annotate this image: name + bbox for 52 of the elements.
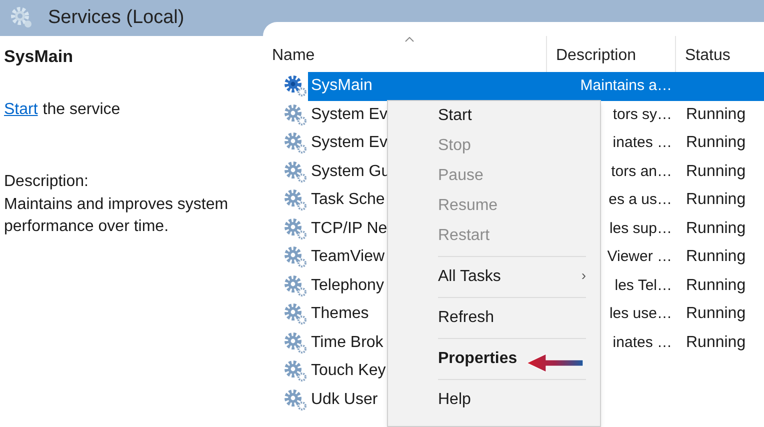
menu-item[interactable]: Properties — [438, 344, 586, 374]
status-cell: Running — [686, 106, 746, 123]
window-title: Services (Local) — [48, 6, 184, 30]
service-name-cell: Telephony — [311, 276, 384, 294]
menu-item[interactable]: All Tasks — [438, 265, 501, 289]
service-name-cell: Time Brok — [311, 334, 384, 351]
gear-icon — [284, 246, 307, 268]
gear-icon — [284, 360, 307, 382]
status-cell: Running — [686, 134, 746, 152]
action-text: the service — [42, 100, 120, 120]
description-cell: es a us… — [608, 191, 672, 208]
status-cell: Running — [686, 162, 746, 180]
status-cell: Running — [686, 334, 746, 351]
description-cell: inates … — [612, 334, 672, 350]
description-text: Maintains and improves system performance over time. — [4, 194, 230, 236]
service-name: SysMain — [4, 46, 74, 68]
status-cell: Running — [686, 220, 746, 237]
description-cell: les sup… — [609, 220, 672, 236]
submenu-arrow: › — [581, 266, 586, 284]
column-header[interactable]: Status — [676, 36, 764, 72]
description-cell: les Tel… — [614, 276, 672, 294]
gear-icon — [284, 75, 307, 98]
description-cell: Maintains a… — [580, 77, 672, 94]
status-cell: Running — [686, 305, 746, 322]
description-cell: tors sy… — [612, 106, 672, 122]
service-name-cell: SysMain — [311, 77, 372, 94]
status-cell: Running — [686, 248, 746, 266]
service-name-cell: TeamView — [311, 248, 385, 266]
gear-icon — [284, 132, 307, 154]
start-link[interactable]: Start — [4, 98, 38, 122]
selected-row[interactable]: SysMain Maintains a… — [308, 72, 764, 100]
description-cell: inates … — [612, 134, 672, 151]
gear-icon — [284, 189, 307, 212]
sort-icon — [404, 37, 414, 42]
gear-icon — [284, 218, 307, 240]
status-cell: Running — [686, 276, 746, 294]
description-cell: tors an… — [611, 162, 672, 180]
description-cell: Viewer … — [607, 248, 672, 265]
gear-icon — [284, 274, 307, 297]
menu-item[interactable]: Help — [438, 385, 586, 415]
status-cell: Running — [686, 191, 746, 208]
gear-icon — [10, 6, 34, 30]
arrow-drawing — [526, 353, 584, 373]
gear-icon — [284, 104, 307, 126]
description-cell: les use… — [609, 305, 672, 322]
gear-icon — [284, 332, 307, 354]
menu-item[interactable]: Refresh — [438, 303, 586, 333]
menu-item[interactable]: Start — [438, 101, 586, 131]
gear-icon — [284, 303, 307, 326]
gear-icon — [284, 388, 307, 411]
gear-icon — [284, 160, 307, 183]
description-label: Description: — [4, 172, 90, 192]
